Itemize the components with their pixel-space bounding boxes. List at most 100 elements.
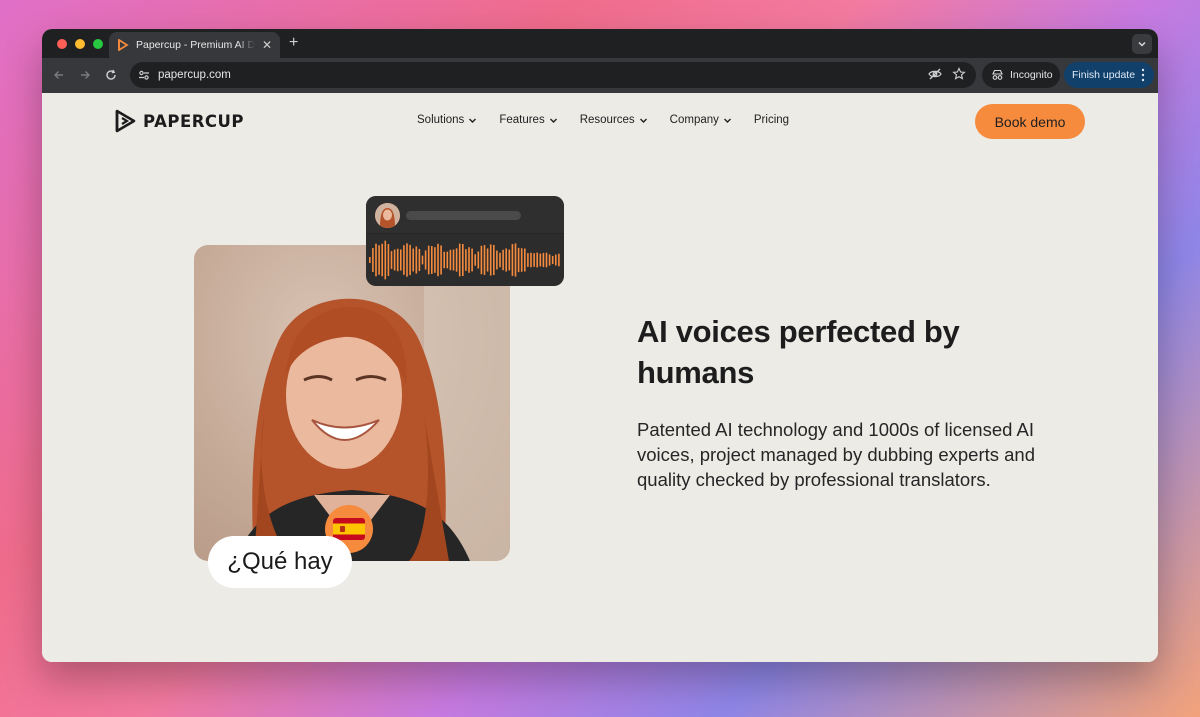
waveform-bar	[446, 251, 449, 269]
waveform-bar	[524, 248, 526, 272]
waveform-bar	[372, 248, 374, 272]
update-label: Finish update	[1072, 69, 1136, 81]
nav-features[interactable]: Features	[499, 114, 557, 126]
waveform-bar	[483, 245, 486, 275]
waveform-bar	[468, 247, 470, 273]
book-demo-button[interactable]: Book demo	[975, 104, 1085, 139]
waveform-bar	[455, 248, 458, 272]
hero-headline: AI voices perfected by humans	[637, 314, 960, 390]
nav-label: Solutions	[417, 114, 465, 126]
papercup-favicon-icon	[118, 39, 129, 51]
audio-title-placeholder	[406, 211, 521, 220]
waveform-bar	[480, 245, 483, 275]
waveform-bar	[489, 244, 492, 276]
site-settings-icon[interactable]	[138, 69, 150, 81]
waveform-bar	[403, 245, 405, 275]
waveform-bar	[400, 249, 402, 271]
chevron-down-icon	[469, 118, 477, 123]
tab-title: Papercup - Premium AI Dubbing	[136, 39, 255, 51]
maximize-window-button[interactable]	[93, 39, 103, 49]
waveform-bar	[443, 251, 445, 269]
waveform-bar	[424, 250, 427, 270]
tab-strip: Papercup - Premium AI Dubbing ✕ +	[42, 29, 1158, 58]
tab-papercup[interactable]: Papercup - Premium AI Dubbing ✕	[109, 32, 280, 58]
waveform-bar	[471, 248, 473, 272]
nav-company[interactable]: Company	[670, 114, 732, 126]
waveform-bar	[477, 251, 480, 269]
incognito-label: Incognito	[1010, 69, 1053, 81]
browser-window: Papercup - Premium AI Dubbing ✕ +	[42, 29, 1158, 662]
close-window-button[interactable]	[57, 39, 67, 49]
chevron-down-icon	[549, 118, 557, 123]
audio-card-header	[366, 196, 564, 234]
waveform-bar	[434, 247, 436, 273]
waveform-bar	[452, 249, 455, 271]
waveform-bar	[542, 252, 545, 268]
bookmark-star-icon[interactable]	[952, 67, 966, 81]
waveform-bar	[539, 253, 542, 267]
new-tab-button[interactable]: +	[289, 35, 298, 51]
incognito-icon	[992, 69, 1003, 80]
waveform-bar	[505, 248, 507, 272]
nav-label: Pricing	[753, 114, 790, 126]
waveform-bar	[496, 250, 498, 270]
nav-resources[interactable]: Resources	[580, 114, 648, 126]
chevron-down-icon	[639, 118, 647, 123]
incognito-badge[interactable]: Incognito	[982, 62, 1060, 88]
papercup-logo-icon	[115, 109, 136, 133]
waveform-bar	[381, 243, 383, 277]
waveform-bar	[427, 245, 430, 275]
more-vert-icon	[1141, 68, 1145, 82]
reload-button[interactable]	[103, 67, 119, 83]
nav-label: Resources	[579, 114, 635, 126]
waveform-bar	[384, 240, 387, 280]
tab-close-icon[interactable]: ✕	[262, 39, 272, 51]
waveform-bar	[499, 252, 501, 268]
waveform-bar	[396, 248, 399, 272]
main-nav: Solutions Features Resources Company Pri…	[417, 114, 789, 126]
eye-off-icon[interactable]	[928, 67, 942, 81]
browser-toolbar: papercup.com Incognito Finish update	[42, 58, 1158, 93]
waveform-bar	[558, 253, 560, 267]
audio-waveform-card	[366, 196, 564, 286]
papercup-logo[interactable]: PAPERCUP	[115, 109, 244, 133]
waveform-bar	[511, 244, 514, 276]
waveform-bar	[514, 243, 517, 277]
waveform-bar	[527, 253, 529, 267]
finish-update-button[interactable]: Finish update	[1064, 62, 1154, 88]
logo-text: PAPERCUP	[143, 111, 245, 131]
arrow-right-icon	[81, 71, 90, 79]
reload-icon	[106, 69, 116, 80]
waveform-bar	[406, 243, 408, 277]
waveform-bar	[555, 254, 557, 266]
window-controls	[57, 39, 103, 49]
waveform-bar	[375, 243, 377, 277]
minimize-window-button[interactable]	[75, 39, 85, 49]
waveform-bar	[508, 249, 511, 271]
address-bar[interactable]: papercup.com	[130, 62, 976, 88]
forward-button[interactable]	[77, 67, 93, 83]
waveform-bar	[421, 255, 424, 265]
waveform-bar	[369, 257, 371, 263]
waveform-bar	[418, 248, 421, 272]
nav-label: Company	[669, 114, 719, 126]
back-button[interactable]	[51, 67, 67, 83]
waveform-bar	[378, 245, 380, 275]
tab-search-button[interactable]	[1132, 34, 1152, 54]
waveform-bar	[520, 248, 523, 272]
nav-pricing[interactable]: Pricing	[754, 114, 789, 126]
subtitle-bubble: ¿Qué hay	[208, 536, 352, 588]
waveform-bar	[458, 243, 461, 277]
waveform-bar	[517, 247, 520, 273]
waveform-bar	[387, 244, 390, 276]
nav-solutions[interactable]: Solutions	[417, 114, 477, 126]
avatar	[375, 203, 400, 228]
waveform-bar	[409, 244, 411, 276]
waveform-bar	[493, 244, 495, 276]
waveform-bar	[486, 248, 489, 272]
waveform-bar	[462, 244, 464, 276]
web-page: PAPERCUP Solutions Features Resources Co…	[42, 93, 1158, 662]
arrow-left-icon	[54, 71, 63, 79]
waveform-bar	[548, 254, 551, 266]
waveform-bar	[551, 255, 554, 265]
